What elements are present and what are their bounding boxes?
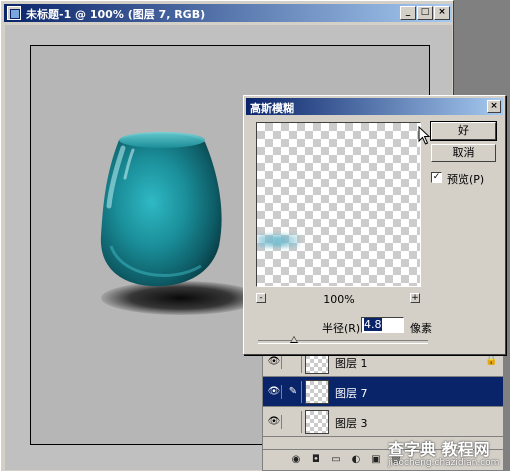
maximize-button[interactable]: □ bbox=[417, 6, 433, 20]
brush-icon[interactable]: ◉ bbox=[289, 453, 303, 467]
zoom-in-button[interactable]: + bbox=[410, 293, 420, 303]
preview-checkbox-label[interactable]: 预览(P) bbox=[447, 171, 484, 187]
dialog-title: 高斯模糊 bbox=[250, 102, 294, 115]
radius-label: 半径(R): bbox=[322, 322, 364, 335]
watermark-main: 查字典 教程网 bbox=[388, 440, 490, 459]
layer-name: 图层 1 bbox=[335, 357, 368, 370]
adjustment-icon[interactable]: ◐ bbox=[349, 453, 363, 467]
link-cell[interactable] bbox=[285, 411, 302, 433]
radius-slider-thumb[interactable] bbox=[290, 336, 298, 343]
eye-icon[interactable]: 👁 bbox=[267, 355, 282, 369]
layer-row-7[interactable]: 👁 ✎ 图层 7 bbox=[263, 377, 503, 407]
zoom-out-button[interactable]: - bbox=[256, 293, 266, 303]
document-icon bbox=[7, 6, 21, 20]
ok-button[interactable]: 好 bbox=[430, 121, 497, 141]
dialog-titlebar[interactable]: 高斯模糊 × bbox=[246, 98, 503, 115]
layer-name: 图层 3 bbox=[335, 417, 368, 430]
glass-vase-image bbox=[100, 132, 222, 287]
radius-slider-track[interactable] bbox=[258, 340, 428, 344]
layer-name: 图层 7 bbox=[335, 387, 368, 400]
cancel-button[interactable]: 取消 bbox=[431, 144, 496, 162]
preview-blurred-streak bbox=[257, 235, 299, 247]
zoom-level: 100% bbox=[323, 293, 355, 306]
site-watermark: 查字典 教程网 jiaocheng.chazidian.com bbox=[388, 436, 510, 471]
watermark-url: jiaocheng.chazidian.com bbox=[388, 458, 500, 468]
preview-pane[interactable] bbox=[256, 122, 421, 287]
eye-icon[interactable]: 👁 bbox=[267, 385, 282, 399]
minimize-button[interactable]: _ bbox=[400, 6, 416, 20]
document-title: 未标题-1 @ 100% (图层 7, RGB) bbox=[26, 8, 206, 21]
layer-thumbnail bbox=[305, 380, 329, 404]
close-button[interactable]: × bbox=[434, 6, 450, 20]
new-set-icon[interactable]: ▭ bbox=[329, 453, 343, 467]
new-layer-icon[interactable]: ▣ bbox=[369, 453, 383, 467]
dialog-close-button[interactable]: × bbox=[487, 100, 501, 113]
layer-row-3[interactable]: 👁 图层 3 bbox=[263, 407, 503, 437]
mask-icon[interactable]: ◘ bbox=[309, 453, 323, 467]
brush-icon: ✎ bbox=[285, 381, 302, 403]
preview-checkbox[interactable]: ✓ bbox=[431, 172, 442, 183]
gaussian-blur-dialog: 高斯模糊 × - 100% + 好 取消 ✓ 预览(P) 半径(R): 4.8 … bbox=[243, 95, 506, 355]
document-titlebar[interactable]: 未标题-1 @ 100% (图层 7, RGB) _ □ × bbox=[4, 4, 452, 22]
eye-icon[interactable]: 👁 bbox=[267, 415, 282, 429]
radius-value: 4.8 bbox=[364, 318, 382, 331]
layer-thumbnail bbox=[305, 410, 329, 434]
radius-input[interactable]: 4.8 bbox=[361, 317, 404, 333]
lock-icon: 🔒 bbox=[485, 355, 498, 366]
radius-unit: 像素 bbox=[410, 322, 432, 335]
mouse-pointer-icon bbox=[418, 126, 431, 145]
